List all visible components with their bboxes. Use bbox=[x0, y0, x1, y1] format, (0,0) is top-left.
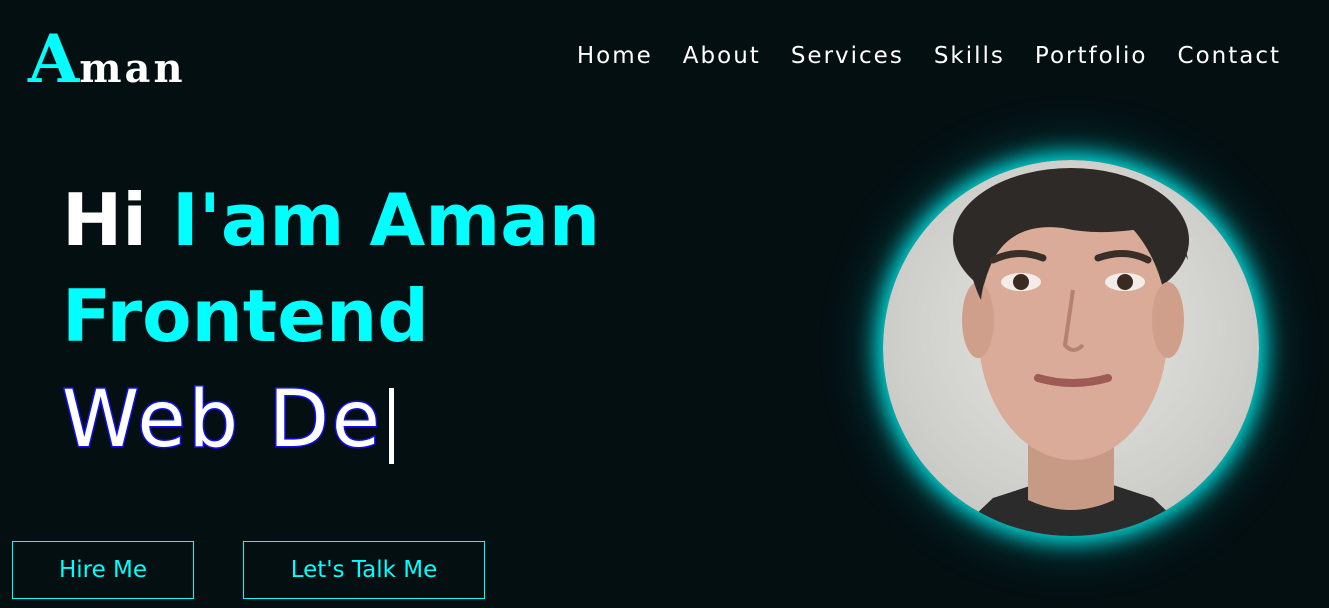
nav-contact[interactable]: Contact bbox=[1178, 43, 1281, 69]
nav-skills[interactable]: Skills bbox=[934, 43, 1005, 69]
lets-talk-button[interactable]: Let's Talk Me bbox=[243, 541, 485, 599]
hero-greeting: Hi bbox=[62, 178, 147, 262]
hire-me-button[interactable]: Hire Me bbox=[12, 541, 194, 599]
hero-role: Frontend bbox=[62, 274, 429, 358]
logo[interactable]: Aman bbox=[28, 26, 186, 92]
hero-typing: Web De bbox=[61, 370, 600, 470]
hero-heading: Hi I'am Aman bbox=[62, 172, 600, 268]
typing-caret bbox=[388, 388, 394, 464]
logo-initial: A bbox=[28, 20, 80, 98]
profile-photo bbox=[883, 160, 1259, 536]
typing-text: Web De bbox=[61, 374, 383, 467]
main-nav: Home About Services Skills Portfolio Con… bbox=[577, 43, 1281, 69]
nav-portfolio[interactable]: Portfolio bbox=[1035, 43, 1148, 69]
nav-about[interactable]: About bbox=[683, 43, 761, 69]
nav-home[interactable]: Home bbox=[577, 43, 653, 69]
nav-services[interactable]: Services bbox=[791, 43, 904, 69]
hero-text: Hi I'am Aman Frontend Web De bbox=[61, 172, 601, 470]
logo-rest: man bbox=[79, 45, 186, 92]
hero-name: I'am Aman bbox=[172, 178, 601, 262]
profile-photo-icon bbox=[953, 168, 1193, 536]
